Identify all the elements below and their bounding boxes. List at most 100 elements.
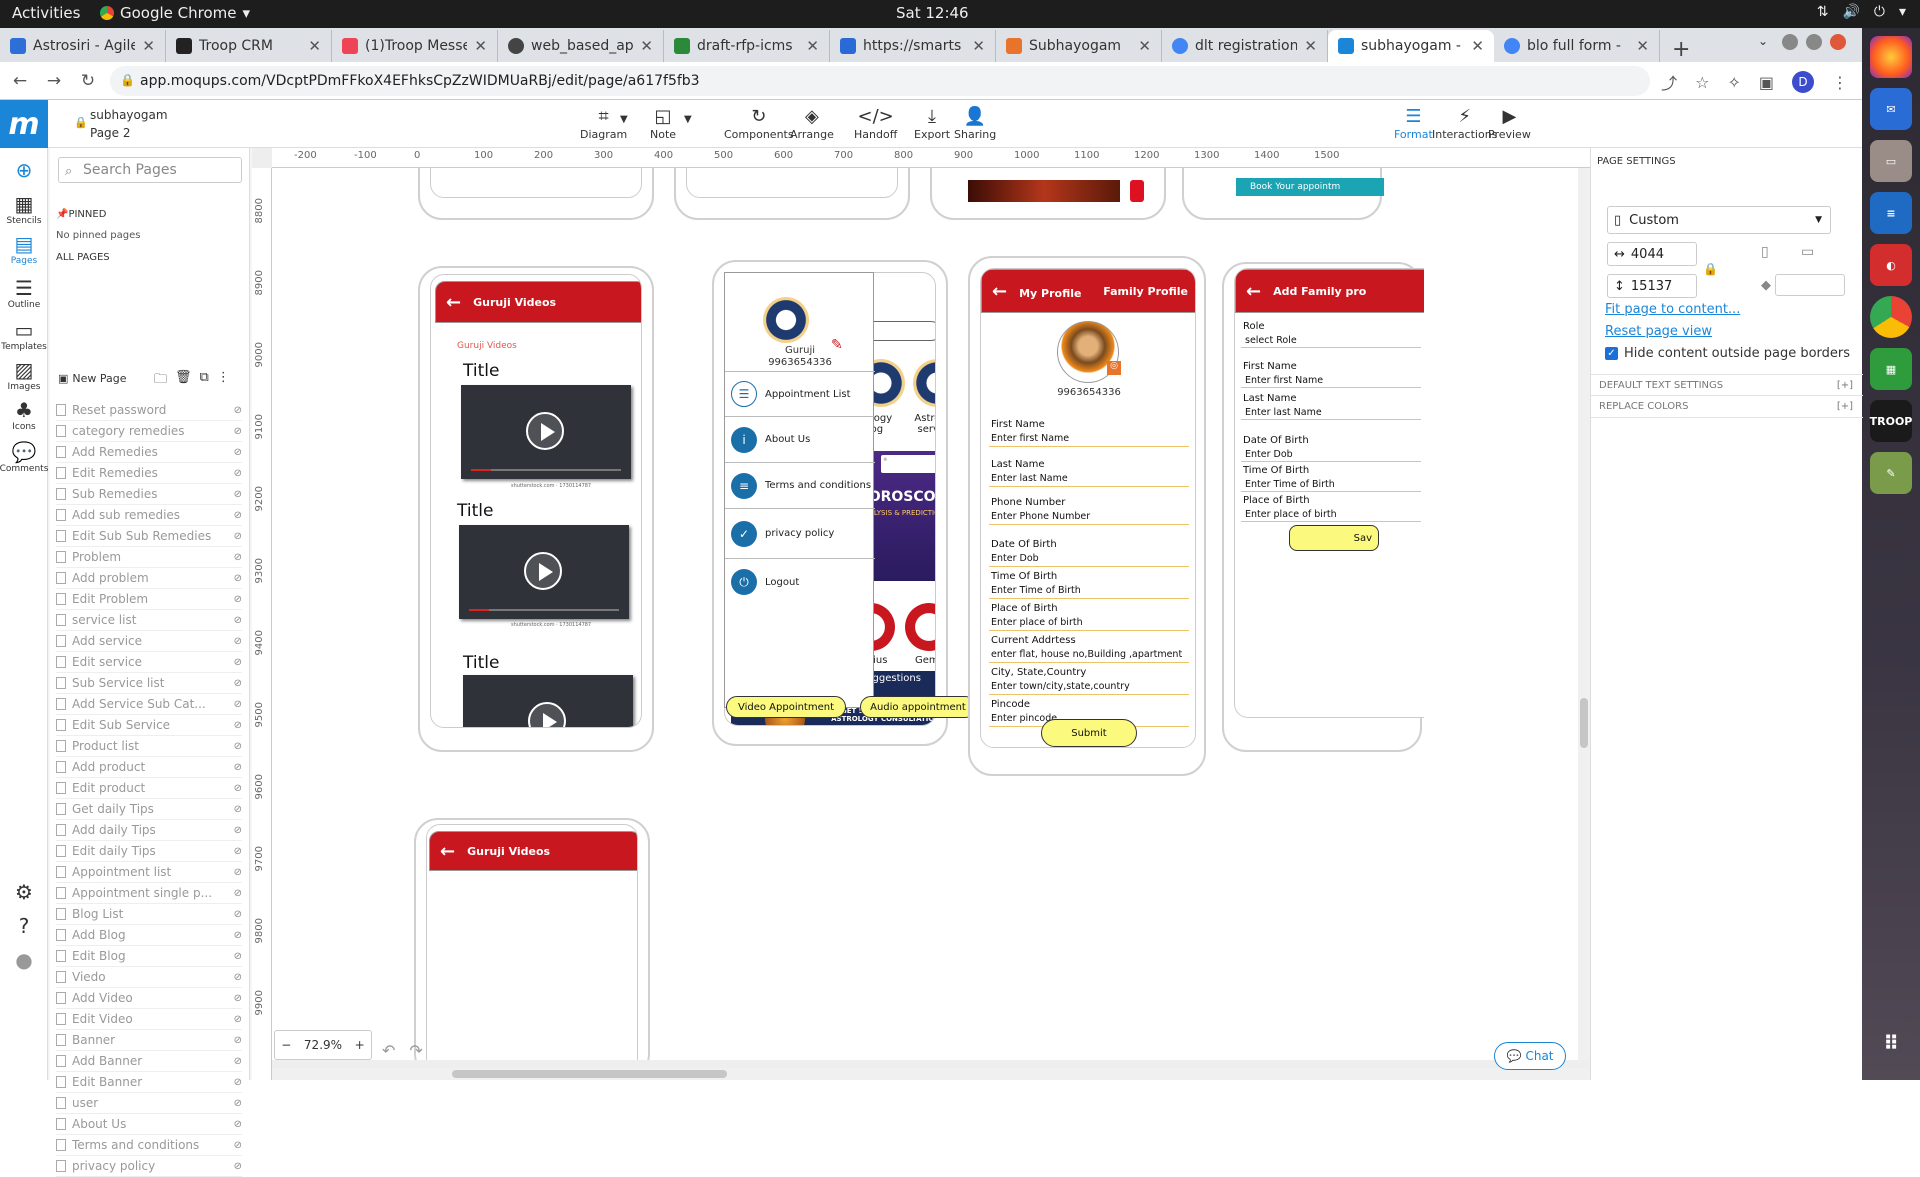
- reload-icon[interactable]: ↻: [74, 71, 102, 91]
- zoom-level[interactable]: 72.9%: [304, 1038, 342, 1052]
- visibility-hidden-icon[interactable]: ⊘: [234, 1056, 242, 1067]
- page-list-item[interactable]: Terms and conditions ⊘: [56, 1135, 242, 1156]
- book-appointment-button[interactable]: Book Your appointm: [1236, 178, 1384, 196]
- page-list-item[interactable]: Product list ⊘: [56, 736, 242, 757]
- visibility-hidden-icon[interactable]: ⊘: [234, 678, 242, 689]
- page-list-item[interactable]: Edit product ⊘: [56, 778, 242, 799]
- close-icon[interactable]: ✕: [1471, 37, 1484, 55]
- profile-avatar[interactable]: [763, 297, 809, 343]
- share-icon[interactable]: ⤴: [1661, 70, 1677, 94]
- new-folder-icon[interactable]: 🗀: [154, 370, 167, 392]
- new-tab-button[interactable]: +: [1660, 37, 1702, 62]
- visibility-hidden-icon[interactable]: ⊘: [234, 468, 242, 479]
- zoom-in-button[interactable]: +: [355, 1038, 365, 1052]
- visibility-hidden-icon[interactable]: ⊘: [234, 510, 242, 521]
- page-list-item[interactable]: Add Service Sub Cat... ⊘: [56, 694, 242, 715]
- back-arrow-icon[interactable]: ←: [1246, 281, 1261, 302]
- help-button[interactable]: ?: [0, 914, 48, 938]
- page-list-item[interactable]: category remedies ⊘: [56, 421, 242, 442]
- back-arrow-icon[interactable]: ←: [440, 841, 455, 862]
- replace-colors-row[interactable]: REPLACE COLORS [+]: [1591, 396, 1863, 418]
- writer-icon[interactable]: ≡: [1870, 192, 1912, 234]
- family-profile-tab[interactable]: Family Profile: [1103, 285, 1188, 298]
- trash-icon[interactable]: 🗑: [175, 370, 192, 392]
- activities-button[interactable]: Activities: [12, 4, 80, 22]
- play-icon[interactable]: [524, 552, 562, 590]
- duplicate-icon[interactable]: ⧉: [200, 370, 209, 392]
- maximize-button[interactable]: [1806, 34, 1822, 50]
- software-icon[interactable]: ◐: [1870, 244, 1912, 286]
- form-field-input[interactable]: Enter place of birth: [1245, 509, 1337, 520]
- export-button[interactable]: ⤓ Export: [914, 106, 950, 141]
- page-list-item[interactable]: Edit Problem ⊘: [56, 589, 242, 610]
- rail-icons[interactable]: ♣ Icons: [0, 398, 48, 432]
- visibility-hidden-icon[interactable]: ⊘: [234, 930, 242, 941]
- rail-stencils[interactable]: ▦ Stencils: [0, 192, 48, 226]
- form-field-input[interactable]: Enter place of birth: [991, 617, 1083, 628]
- rail-comments[interactable]: 💬 Comments: [0, 440, 48, 474]
- browser-tab[interactable]: blo full form - ✕: [1494, 30, 1660, 62]
- format-button[interactable]: ☰ Format: [1394, 106, 1433, 141]
- phone-frame-guruji-videos[interactable]: ← Guruji Videos Guruji Videos Title shutt…: [418, 266, 654, 752]
- visibility-hidden-icon[interactable]: ⊘: [234, 951, 242, 962]
- my-profile-tab[interactable]: My Profile: [1019, 287, 1081, 300]
- form-field-input[interactable]: Enter Time of Birth: [1245, 479, 1335, 490]
- page-list-item[interactable]: Sub Remedies ⊘: [56, 484, 242, 505]
- visibility-hidden-icon[interactable]: ⊘: [234, 636, 242, 647]
- visibility-hidden-icon[interactable]: ⊘: [234, 1035, 242, 1046]
- visibility-hidden-icon[interactable]: ⊘: [234, 657, 242, 668]
- phone-frame[interactable]: [674, 168, 910, 220]
- visibility-hidden-icon[interactable]: ⊘: [234, 804, 242, 815]
- browser-tab[interactable]: Subhayogam ✕: [996, 30, 1162, 62]
- page-list-item[interactable]: Add product ⊘: [56, 757, 242, 778]
- expand-toggle[interactable]: [+]: [1837, 375, 1853, 397]
- hide-outside-checkbox[interactable]: ✓ Hide content outside page borders: [1605, 346, 1850, 361]
- arrange-button[interactable]: ◈ Arrange: [790, 106, 834, 141]
- visibility-hidden-icon[interactable]: ⊘: [234, 489, 242, 500]
- visibility-hidden-icon[interactable]: ⊘: [234, 909, 242, 920]
- thunderbird-icon[interactable]: ✉: [1870, 88, 1912, 130]
- visibility-hidden-icon[interactable]: ⊘: [234, 573, 242, 584]
- form-field-input[interactable]: Enter Phone Number: [991, 511, 1090, 522]
- video-player[interactable]: [461, 385, 631, 479]
- fill-bucket-icon[interactable]: ◆: [1761, 278, 1771, 293]
- vertical-scrollbar[interactable]: [1578, 168, 1590, 1060]
- preview-button[interactable]: ▶ Preview: [1488, 106, 1531, 141]
- undo-icon[interactable]: ↶: [382, 1041, 395, 1060]
- visibility-hidden-icon[interactable]: ⊘: [234, 972, 242, 983]
- user-avatar[interactable]: ●: [0, 948, 48, 972]
- page-list-item[interactable]: Add service ⊘: [56, 631, 242, 652]
- page-list-item[interactable]: Blog List ⊘: [56, 904, 242, 925]
- menu-item-privacy[interactable]: ✓ privacy policy: [725, 509, 875, 559]
- page-list-item[interactable]: Banner ⊘: [56, 1030, 242, 1051]
- browser-tab[interactable]: Troop CRM ✕: [166, 30, 332, 62]
- visibility-hidden-icon[interactable]: ⊘: [234, 867, 242, 878]
- browser-tab-active[interactable]: subhayogam - ✕: [1328, 30, 1494, 62]
- page-list-item[interactable]: Edit Sub Sub Remedies ⊘: [56, 526, 242, 547]
- submit-button[interactable]: Submit: [1041, 719, 1137, 747]
- browser-tab[interactable]: web_based_ap ✕: [498, 30, 664, 62]
- chevron-down-icon[interactable]: ▼: [620, 114, 628, 125]
- page-list-item[interactable]: Add problem ⊘: [56, 568, 242, 589]
- visibility-hidden-icon[interactable]: ⊘: [234, 1014, 242, 1025]
- add-button[interactable]: ⊕: [0, 158, 48, 182]
- current-page-name[interactable]: Page 2: [90, 126, 168, 140]
- visibility-hidden-icon[interactable]: ⊘: [234, 1140, 242, 1151]
- scroll-thumb[interactable]: [1580, 698, 1588, 748]
- page-list-item[interactable]: Add Video ⊘: [56, 988, 242, 1009]
- chrome-icon[interactable]: [1870, 296, 1912, 338]
- gemini-icon[interactable]: [905, 603, 935, 651]
- visibility-hidden-icon[interactable]: ⊘: [234, 825, 242, 836]
- phone-frame-family[interactable]: ← Add Family pro Role select Role First Nam…: [1222, 262, 1424, 752]
- form-field-input[interactable]: Enter last Name: [1245, 407, 1322, 418]
- edit-pencil-icon[interactable]: ✎: [831, 337, 843, 353]
- redo-icon[interactable]: ↷: [409, 1041, 422, 1060]
- camera-icon[interactable]: ◎: [1107, 361, 1121, 375]
- bookmark-star-icon[interactable]: ☆: [1695, 73, 1709, 92]
- page-list-item[interactable]: Edit Banner ⊘: [56, 1072, 242, 1093]
- url-field[interactable]: 🔒 app.moqups.com/VDcptPDmFFkoX4EFhksCpZz…: [110, 66, 1650, 96]
- close-icon[interactable]: ✕: [806, 37, 819, 55]
- visibility-hidden-icon[interactable]: ⊘: [234, 888, 242, 899]
- page-list-item[interactable]: Appointment single p... ⊘: [56, 883, 242, 904]
- minimize-button[interactable]: [1782, 34, 1798, 50]
